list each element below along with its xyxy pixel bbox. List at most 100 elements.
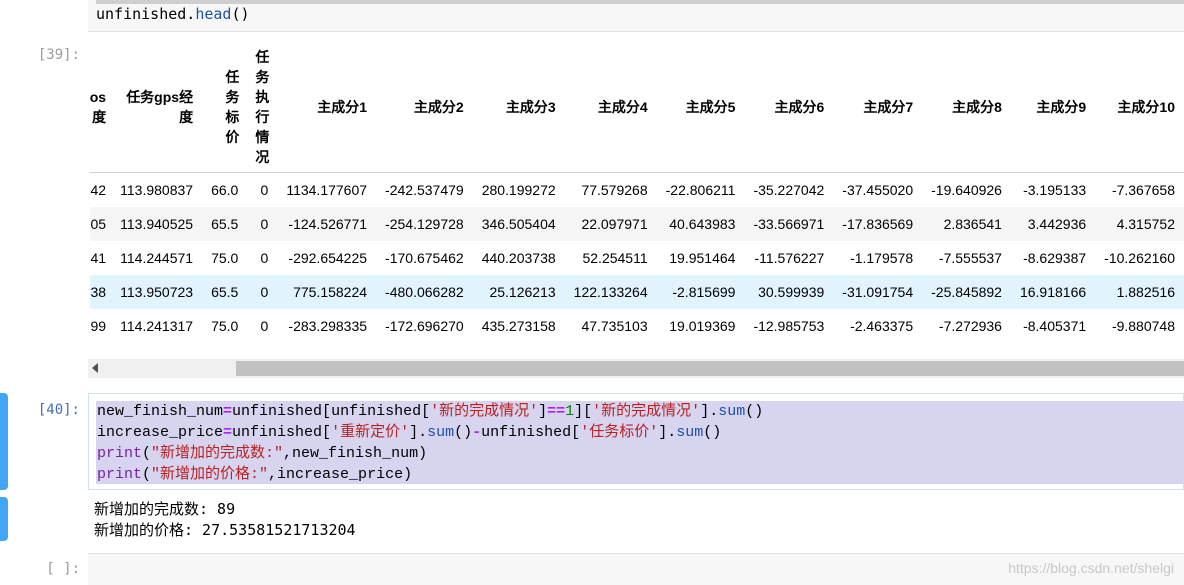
table-cell: -17.836569 <box>833 207 923 241</box>
output-line: 新增加的价格: 27.53581521713204 <box>94 521 356 539</box>
output-line: 新增加的完成数: 89 <box>94 500 236 518</box>
col-header: 主成分5 <box>656 42 745 173</box>
table-cell: 05 <box>89 207 111 241</box>
table-cell: -7.555537 <box>938 250 1002 266</box>
table-cell: -170.675462 <box>385 250 464 266</box>
table-cell: 77.579268 <box>581 182 648 198</box>
table-cell: -1.179578 <box>850 250 914 266</box>
table-cell: -12.985753 <box>753 318 825 334</box>
col-header: 主成分2 <box>376 42 473 173</box>
dataframe-output: os 度 任务gps经度 任务标价 任务执行情况 主成分1 主成分2 主成分3 主… <box>88 42 1184 358</box>
input-prompt-empty: [ ]: <box>46 561 80 577</box>
table-cell: 19.951464 <box>669 250 736 266</box>
table-cell: 114.241317 <box>120 318 194 334</box>
table-cell: 1134.177607 <box>286 182 368 198</box>
table-cell: -124.526771 <box>277 207 377 241</box>
table-cell: 122.133264 <box>564 275 657 309</box>
table-cell: 113.940525 <box>110 207 203 241</box>
table-cell: 47.735103 <box>581 318 648 334</box>
table-cell: 0 <box>247 275 278 309</box>
table-row: 99 114.241317 75.0 0 -283.298335 -172.696270 4… <box>90 309 1184 343</box>
header-row: os 度 任务gps经度 任务标价 任务执行情况 主成分1 主成分2 主成分3 主… <box>89 42 1184 173</box>
selected-output-indicator <box>0 497 8 541</box>
table-cell: 65.5 <box>202 275 248 309</box>
code-editor[interactable]: new_finish_num=unfinished[unfinished['新的… <box>97 401 763 485</box>
table-row: 41 114.244571 75.0 0 -292.654225 -170.675462 4… <box>90 241 1184 275</box>
table-cell: 75.0 <box>211 318 239 334</box>
code-line: print("新增加的完成数:",new_finish_num) <box>97 445 428 462</box>
watermark: https://blog.csdn.net/shelgi <box>1008 560 1174 576</box>
code-line: increase_price=unfinished['重新定价'].sum()-… <box>97 424 722 441</box>
table-cell: 0 <box>260 318 269 334</box>
scroll-left-arrow-icon[interactable] <box>92 363 98 373</box>
table-cell: 19.019369 <box>669 318 736 334</box>
col-header: 主成分9 <box>1010 42 1096 173</box>
code-line: print("新增加的价格:",increase_price) <box>97 466 413 483</box>
table-cell: 52.254511 <box>582 250 648 266</box>
table-cell: 99 <box>90 318 107 334</box>
horizontal-scrollbar[interactable] <box>88 359 1184 378</box>
col-header: 主成分7 <box>833 42 923 173</box>
col-header: 主成分6 <box>744 42 834 173</box>
table-row: 05 113.940525 65.5 0 -124.526771 -254.129728 3… <box>89 207 1184 241</box>
table-cell: -8.629387 <box>1023 250 1087 266</box>
col-header: 任务执行情况 <box>247 42 278 173</box>
table-cell: 114.244571 <box>120 250 194 266</box>
col-header: 任务标价 <box>202 42 248 173</box>
table-cell: -10.262160 <box>1104 250 1175 266</box>
table-cell: -37.455020 <box>842 182 914 198</box>
col-header: 主成分3 <box>472 42 565 173</box>
table-cell: -25.845892 <box>922 275 1011 309</box>
table-cell: -480.066282 <box>376 275 473 309</box>
table-cell: -172.696270 <box>385 318 464 334</box>
input-prompt-40: [40]: <box>37 402 80 418</box>
output-prompt-39: [39]: <box>37 47 80 63</box>
table-cell: -3.195133 <box>1023 182 1087 198</box>
table-cell: 16.918166 <box>1010 275 1096 309</box>
previous-code-cell[interactable]: unfinished.head() <box>88 0 1184 32</box>
table-cell: -283.298335 <box>288 318 368 334</box>
table-cell: -31.091754 <box>833 275 923 309</box>
table-cell: -19.640926 <box>931 182 1002 198</box>
dataframe-table: os 度 任务gps经度 任务标价 任务执行情况 主成分1 主成分2 主成分3 主… <box>89 42 1184 343</box>
table-cell: -242.537479 <box>385 182 464 198</box>
table-cell: -2.463375 <box>850 318 914 334</box>
table-cell: 0 <box>260 182 269 198</box>
table-cell: 775.158224 <box>277 275 377 309</box>
table-cell: -22.806211 <box>665 182 736 198</box>
table-cell: 2.836541 <box>922 207 1011 241</box>
table-cell: 25.126213 <box>472 275 565 309</box>
code-line: new_finish_num=unfinished[unfinished['新的… <box>97 403 764 420</box>
cell-output-stdout: 新增加的完成数: 89 新增加的价格: 27.53581521713204 <box>94 499 356 541</box>
table-cell: -33.566971 <box>744 207 834 241</box>
table-cell: 42 <box>90 182 107 198</box>
table-cell: -9.880748 <box>1111 318 1175 334</box>
table-row: 42 113.980837 66.0 0 1134.177607 -242.537479 2… <box>90 173 1184 208</box>
table-cell: 346.505404 <box>472 207 565 241</box>
table-cell: 66.0 <box>211 182 239 198</box>
col-header: 任务gps经度 <box>110 42 203 173</box>
col-header: os 度 <box>89 42 111 173</box>
col-header: 主成分4 <box>564 42 657 173</box>
table-cell: 30.599939 <box>744 275 834 309</box>
table-cell: -254.129728 <box>376 207 473 241</box>
table-cell: 75.0 <box>211 250 239 266</box>
col-header: 主成分1 <box>277 42 377 173</box>
code-cell-40[interactable]: new_finish_num=unfinished[unfinished['新的… <box>88 393 1184 490</box>
table-cell: 440.203738 <box>481 250 556 266</box>
table-cell: 65.5 <box>202 207 248 241</box>
table-cell: 4.315752 <box>1095 207 1184 241</box>
table-cell: -7.272936 <box>938 318 1002 334</box>
table-cell: 41 <box>90 250 107 266</box>
table-cell: 0 <box>247 207 278 241</box>
table-cell: 113.980837 <box>120 182 194 198</box>
table-cell: 280.199272 <box>481 182 556 198</box>
table-cell: -11.576227 <box>754 250 825 266</box>
table-cell: 1.882516 <box>1095 275 1184 309</box>
scrollbar-thumb[interactable] <box>236 361 1184 376</box>
table-cell: 435.273158 <box>481 318 556 334</box>
col-header: 主成分10 <box>1095 42 1184 173</box>
table-cell: -2.815699 <box>656 275 745 309</box>
table-cell: 22.097971 <box>564 207 657 241</box>
table-cell: -7.367658 <box>1111 182 1175 198</box>
